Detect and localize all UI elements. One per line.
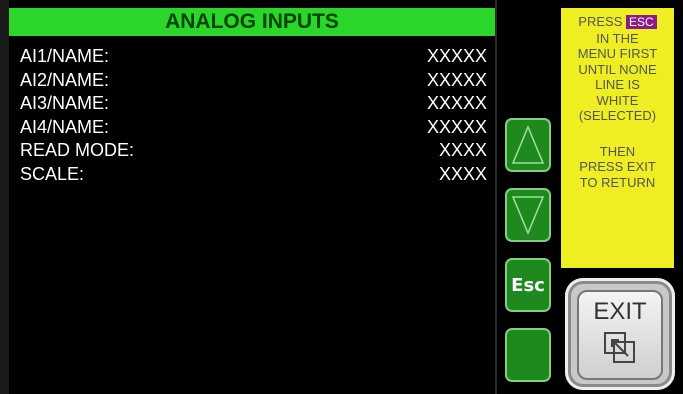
row-label: AI2/NAME: xyxy=(20,69,110,90)
exit-button[interactable]: EXIT xyxy=(577,290,663,380)
window-exit-icon xyxy=(604,332,635,363)
row-value: XXXXX xyxy=(426,69,487,90)
list-item-read-mode[interactable]: READ MODE: XXXX xyxy=(20,139,487,163)
nav-column: Esc xyxy=(499,0,559,394)
row-value: XXXXX xyxy=(426,46,487,66)
screen-bezel xyxy=(0,0,9,394)
row-value: XXXX xyxy=(438,140,487,160)
list-item-ai4[interactable]: AI4/NAME: XXXXX xyxy=(20,116,487,140)
panel-divider xyxy=(495,0,497,394)
help-line: (SELECTED) xyxy=(578,108,657,123)
row-value: XXXXX xyxy=(426,116,487,137)
list-item-ai3[interactable]: AI3/NAME: XXXXX xyxy=(20,92,487,116)
triangle-down-icon xyxy=(511,196,545,235)
help-panel: PRESS ESC IN THE MENU FIRST UNTIL NONE L… xyxy=(561,8,674,268)
list-item-ai1[interactable]: AI1/NAME: XXXXX xyxy=(20,45,487,69)
main-panel: ANALOG INPUTS AI1/NAME: XXXXX AI2/NAME: … xyxy=(9,8,495,394)
scroll-up-button[interactable] xyxy=(505,118,551,172)
row-label: AI1/NAME: xyxy=(20,46,110,66)
help-line: IN THE xyxy=(596,30,639,46)
esc-label: Esc xyxy=(511,274,545,296)
exit-frame: EXIT xyxy=(565,278,675,390)
help-line: WHITE xyxy=(596,92,639,108)
help-gap xyxy=(561,124,674,144)
screen: ANALOG INPUTS AI1/NAME: XXXXX AI2/NAME: … xyxy=(0,0,683,394)
help-press-text: PRESS xyxy=(578,14,623,29)
help-line: PRESS EXIT xyxy=(579,159,656,174)
scroll-down-button[interactable] xyxy=(505,188,551,242)
esc-button[interactable]: Esc xyxy=(505,258,551,312)
settings-list: AI1/NAME: XXXXX AI2/NAME: XXXXX AI3/NAME… xyxy=(20,45,487,186)
row-label: AI3/NAME: xyxy=(20,93,110,113)
row-value: XXXX xyxy=(438,163,487,184)
row-label: READ MODE: xyxy=(20,140,135,160)
list-item-ai2[interactable]: AI2/NAME: XXXXX xyxy=(20,69,487,93)
row-label: SCALE: xyxy=(20,163,85,184)
esc-badge: ESC xyxy=(626,15,657,29)
page-title: ANALOG INPUTS xyxy=(9,8,495,36)
help-line: LINE IS xyxy=(595,77,640,92)
blank-button[interactable] xyxy=(505,328,551,382)
row-label: AI4/NAME: xyxy=(20,116,110,137)
help-line-press: PRESS ESC xyxy=(561,14,674,31)
help-line: THEN xyxy=(599,143,636,159)
exit-label: EXIT xyxy=(593,298,647,325)
row-value: XXXXX xyxy=(426,93,487,113)
list-item-scale[interactable]: SCALE: XXXX xyxy=(20,163,487,187)
help-line: TO RETURN xyxy=(579,174,656,190)
help-line: UNTIL NONE xyxy=(578,61,657,77)
help-line: MENU FIRST xyxy=(577,46,658,61)
triangle-up-icon xyxy=(511,125,545,164)
